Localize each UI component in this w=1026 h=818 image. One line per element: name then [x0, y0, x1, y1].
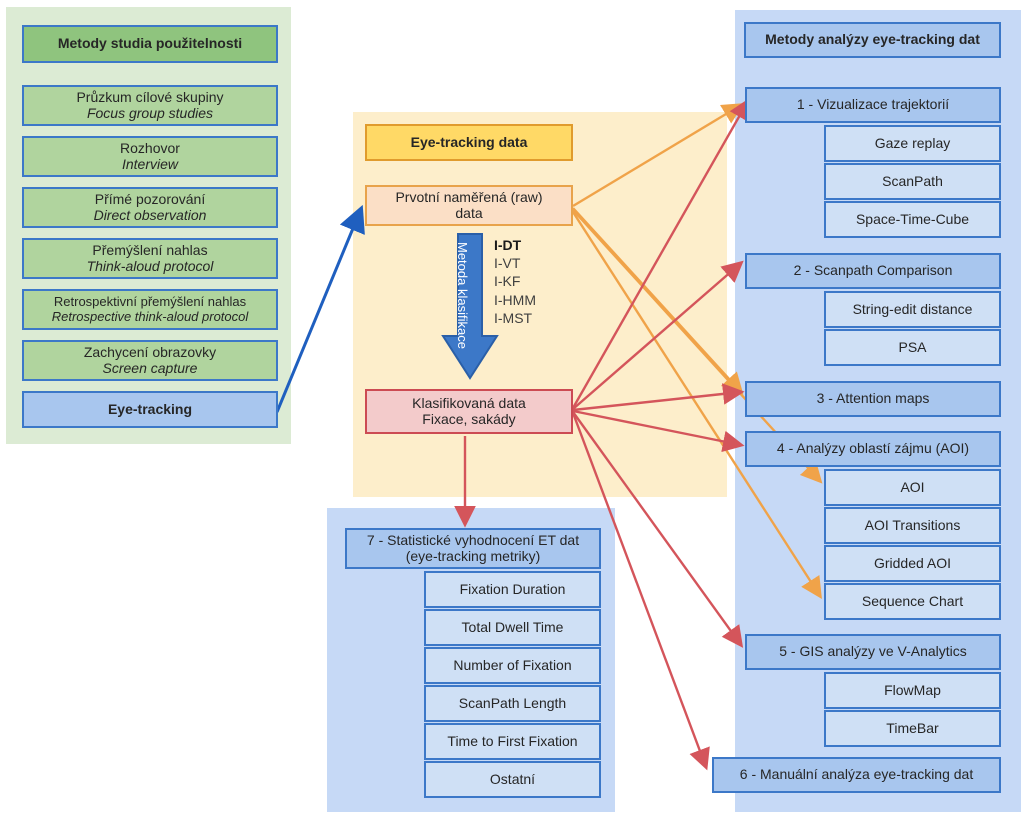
analysis-subitem-4-1[interactable]: AOI Transitions [824, 507, 1001, 544]
analysis-subitem-1-2[interactable]: Space-Time-Cube [824, 201, 1001, 238]
analysis-category-2-label: 2 - Scanpath Comparison [793, 262, 953, 279]
classification-method-arrow [441, 233, 499, 380]
classified-data-line1: Klasifikovaná data [412, 394, 526, 411]
statistics-item-5[interactable]: Ostatní [424, 761, 601, 798]
analysis-subitem-2-1-label: PSA [898, 338, 927, 355]
method-imst: I-MST [494, 309, 533, 326]
usability-item-0-cs: Průzkum cílové skupiny [76, 88, 224, 105]
statistics-item-1-label: Total Dwell Time [461, 618, 564, 635]
usability-item-0[interactable]: Průzkum cílové skupiny Focus group studi… [22, 85, 278, 126]
analysis-category-4-label: 4 - Analýzy oblastí zájmu (AOI) [776, 440, 970, 457]
usability-item-1-en: Interview [121, 155, 178, 172]
analysis-subitem-4-0[interactable]: AOI [824, 469, 1001, 506]
statistics-header-line1: 7 - Statistické vyhodnocení ET dat [366, 531, 580, 548]
analysis-category-6[interactable]: 6 - Manuální analýza eye-tracking dat [712, 757, 1001, 793]
statistics-item-2[interactable]: Number of Fixation [424, 647, 601, 684]
analysis-subitem-1-0-label: Gaze replay [874, 134, 951, 151]
analysis-category-1-label: 1 - Vizualizace trajektorií [796, 96, 950, 113]
analysis-subitem-1-2-label: Space-Time-Cube [855, 210, 970, 227]
raw-data-line2: data [455, 204, 483, 221]
statistics-item-0[interactable]: Fixation Duration [424, 571, 601, 608]
analysis-category-5[interactable]: 5 - GIS analýzy ve V-Analytics [745, 634, 1001, 670]
usability-item-1-cs: Rozhovor [120, 139, 180, 156]
analysis-header-label: Metody analýzy eye-tracking dat [765, 31, 980, 48]
analysis-subitem-1-0[interactable]: Gaze replay [824, 125, 1001, 162]
analysis-category-1[interactable]: 1 - Vizualizace trajektorií [745, 87, 1001, 123]
statistics-header[interactable]: 7 - Statistické vyhodnocení ET dat (eye-… [345, 528, 601, 569]
analysis-subitem-2-0[interactable]: String-edit distance [824, 291, 1001, 328]
analysis-subitem-4-0-label: AOI [900, 478, 925, 495]
usability-eye-tracking-label: Eye-tracking [107, 400, 193, 417]
statistics-item-2-label: Number of Fixation [453, 656, 572, 673]
analysis-subitem-2-1[interactable]: PSA [824, 329, 1001, 366]
analysis-subitem-4-3[interactable]: Sequence Chart [824, 583, 1001, 620]
classification-arrow-label-text: Metoda klasifikace [455, 242, 470, 349]
statistics-item-4[interactable]: Time to First Fixation [424, 723, 601, 760]
analysis-category-3[interactable]: 3 - Attention maps [745, 381, 1001, 417]
eyetracking-data-panel [353, 112, 727, 497]
method-ikf: I-KF [494, 273, 521, 290]
statistics-item-3-label: ScanPath Length [458, 694, 567, 711]
analysis-category-4[interactable]: 4 - Analýzy oblastí zájmu (AOI) [745, 431, 1001, 467]
method-ivt: I-VT [494, 255, 521, 272]
usability-item-2-cs: Přímé pozorování [94, 190, 206, 207]
statistics-header-line2: (eye-tracking metriky) [405, 547, 541, 564]
usability-item-4-cs: Retrospektivní přemýšlení nahlas [53, 293, 247, 309]
analysis-subitem-5-1[interactable]: TimeBar [824, 710, 1001, 747]
usability-item-2[interactable]: Přímé pozorování Direct observation [22, 187, 278, 228]
classified-data-line2: Fixace, sakády [422, 410, 516, 427]
diagram-canvas: Metody studia použitelnosti Průzkum cílo… [0, 0, 1026, 818]
center-header: Eye-tracking data [365, 124, 573, 161]
statistics-item-4-label: Time to First Fixation [447, 732, 578, 749]
usability-item-eye-tracking[interactable]: Eye-tracking [22, 391, 278, 428]
usability-item-3-cs: Přemýšlení nahlas [92, 241, 208, 258]
usability-header-label: Metody studia použitelnosti [57, 35, 243, 52]
statistics-item-5-label: Ostatní [489, 770, 536, 787]
method-ihmm: I-HMM [494, 291, 536, 308]
statistics-item-3[interactable]: ScanPath Length [424, 685, 601, 722]
classified-data-box[interactable]: Klasifikovaná data Fixace, sakády [365, 389, 573, 434]
usability-item-5-en: Screen capture [102, 359, 198, 376]
usability-item-5-cs: Zachycení obrazovky [83, 343, 217, 360]
analysis-subitem-5-0-label: FlowMap [884, 681, 941, 698]
analysis-subitem-1-1[interactable]: ScanPath [824, 163, 1001, 200]
analysis-category-2[interactable]: 2 - Scanpath Comparison [745, 253, 1001, 289]
usability-item-3[interactable]: Přemýšlení nahlas Think-aloud protocol [22, 238, 278, 279]
usability-item-4[interactable]: Retrospektivní přemýšlení nahlas Retrosp… [22, 289, 278, 330]
usability-item-0-en: Focus group studies [86, 104, 214, 121]
raw-data-box[interactable]: Prvotní naměřená (raw) data [365, 185, 573, 226]
classification-arrow-label: Metoda klasifikace [455, 242, 470, 349]
statistics-item-0-label: Fixation Duration [459, 580, 566, 597]
analysis-subitem-4-2[interactable]: Gridded AOI [824, 545, 1001, 582]
analysis-subitem-5-1-label: TimeBar [886, 719, 939, 736]
center-header-label: Eye-tracking data [410, 133, 528, 150]
usability-item-1[interactable]: Rozhovor Interview [22, 136, 278, 177]
usability-header: Metody studia použitelnosti [22, 25, 278, 63]
analysis-subitem-4-2-label: Gridded AOI [873, 554, 952, 571]
analysis-header: Metody analýzy eye-tracking dat [744, 22, 1001, 58]
analysis-subitem-4-3-label: Sequence Chart [861, 592, 964, 609]
usability-item-4-en: Retrospective think-aloud protocol [51, 308, 249, 324]
analysis-subitem-4-1-label: AOI Transitions [864, 516, 961, 533]
analysis-category-5-label: 5 - GIS analýzy ve V-Analytics [779, 643, 967, 660]
analysis-category-3-label: 3 - Attention maps [816, 390, 930, 407]
raw-data-line1: Prvotní naměřená (raw) [395, 188, 543, 205]
usability-item-5[interactable]: Zachycení obrazovky Screen capture [22, 340, 278, 381]
analysis-subitem-2-0-label: String-edit distance [852, 300, 973, 317]
method-idt: I-DT [494, 237, 522, 253]
classification-methods-list: I-DT I-VT I-KF I-HMM I-MST [494, 236, 536, 327]
usability-item-3-en: Think-aloud protocol [86, 257, 214, 274]
usability-item-2-en: Direct observation [93, 206, 207, 223]
analysis-subitem-1-1-label: ScanPath [882, 172, 943, 189]
analysis-subitem-5-0[interactable]: FlowMap [824, 672, 1001, 709]
statistics-item-1[interactable]: Total Dwell Time [424, 609, 601, 646]
analysis-category-6-label: 6 - Manuální analýza eye-tracking dat [739, 766, 974, 783]
